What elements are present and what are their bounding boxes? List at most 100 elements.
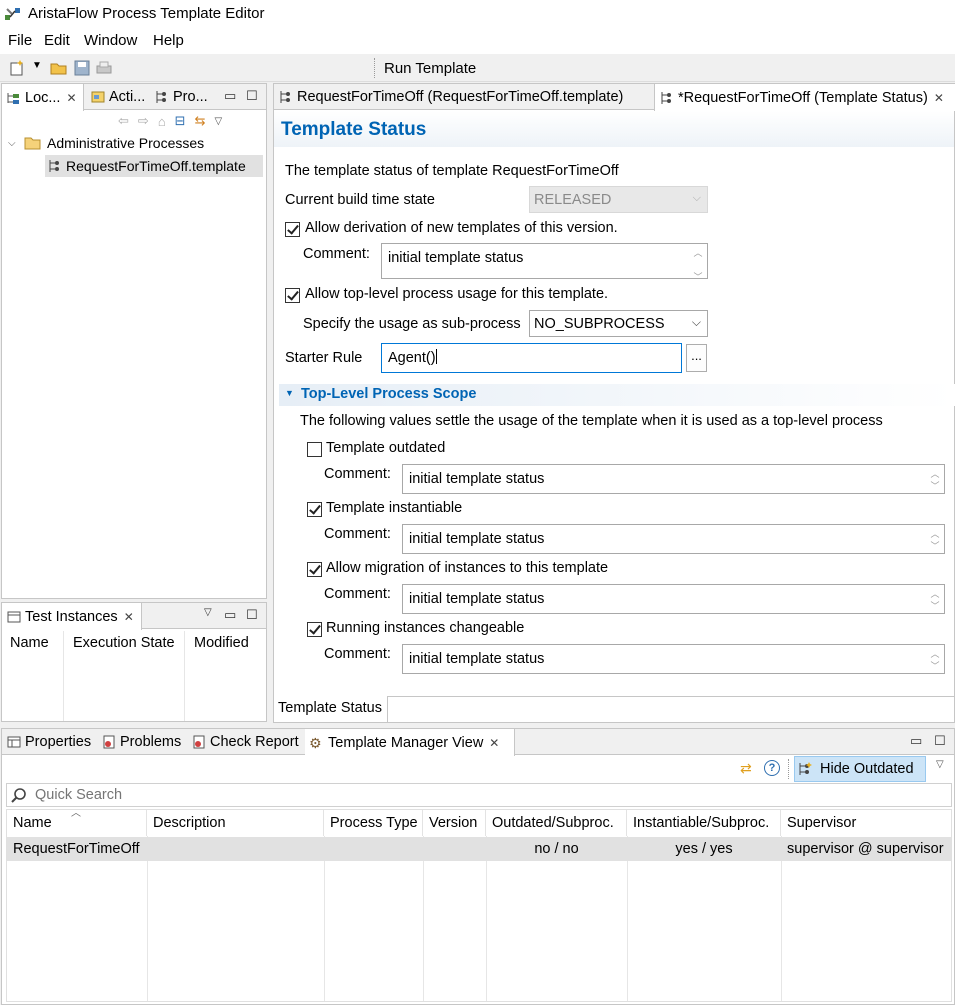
instantiable-comment-field[interactable]: initial template status ︿ ﹀ <box>402 524 945 554</box>
close-icon[interactable]: ✕ <box>489 736 499 750</box>
chevron-down-icon[interactable]: ⌵ <box>692 315 701 330</box>
allow-migration-label: Allow migration of instances to this tem… <box>326 560 609 576</box>
allow-toplevel-label: Allow top-level process usage for this t… <box>305 286 609 302</box>
minimize-icon[interactable]: ▭ <box>224 607 236 623</box>
tab-template-status[interactable]: *RequestForTimeOff (Template Status) ✕ <box>654 84 955 111</box>
new-icon[interactable] <box>8 59 26 77</box>
refresh-icon[interactable]: ⇄ <box>740 760 752 777</box>
starter-rule-input[interactable]: Agent() <box>381 343 682 373</box>
page-tab-template-status[interactable]: Template Status <box>274 696 388 722</box>
allow-migration-checkbox[interactable] <box>307 562 322 577</box>
menu-help[interactable]: Help <box>153 32 184 49</box>
tab-check-report[interactable]: Check Report <box>187 729 304 755</box>
run-template-button[interactable]: Run Template <box>384 60 476 77</box>
menu-edit[interactable]: Edit <box>44 32 70 49</box>
maximize-icon[interactable]: ☐ <box>934 733 946 749</box>
scrollbar[interactable]: ︿ ﹀ <box>692 247 704 282</box>
column-instantiable-subproc[interactable]: Instantiable/Subproc. <box>627 810 781 836</box>
chevron-down-icon[interactable]: ▼ <box>32 60 42 71</box>
column-name[interactable]: Name <box>10 635 49 651</box>
explorer-tabstrip: Loc... ✕ Acti... Pro... ▭ ☐ <box>2 84 266 111</box>
minimize-icon[interactable]: ▭ <box>224 88 236 104</box>
tab-processes[interactable]: Pro... <box>150 84 214 110</box>
quick-search-input[interactable] <box>33 785 933 805</box>
search-icon <box>11 788 26 803</box>
tab-template-file[interactable]: RequestForTimeOff (RequestForTimeOff.tem… <box>274 84 654 110</box>
back-arrow-icon[interactable]: ⇦ <box>118 113 129 129</box>
column-outdated-subproc[interactable]: Outdated/Subproc. <box>486 810 627 836</box>
migration-comment-field[interactable]: initial template status ︿ ﹀ <box>402 584 945 614</box>
view-menu-icon[interactable]: ▽ <box>214 116 222 127</box>
tab-template-file-label: RequestForTimeOff (RequestForTimeOff.tem… <box>297 89 624 105</box>
home-icon[interactable]: ⌂ <box>158 114 166 129</box>
column-name[interactable]: Name ︿ <box>7 808 147 836</box>
column-process-type[interactable]: Process Type <box>324 810 423 836</box>
table-row[interactable]: RequestForTimeOff no / no yes / yes supe… <box>7 837 951 861</box>
tab-properties[interactable]: Properties <box>2 729 96 755</box>
comment-label: Comment: <box>324 466 391 482</box>
scope-section-header[interactable]: ▼ Top-Level Process Scope <box>279 384 955 406</box>
link-editor-icon[interactable]: ⇆ <box>195 113 206 129</box>
column-modified[interactable]: Modified <box>194 635 249 651</box>
quick-search-box[interactable] <box>6 783 952 807</box>
changeable-comment-field[interactable]: initial template status ︿ ﹀ <box>402 644 945 674</box>
tab-problems[interactable]: Problems <box>97 729 186 755</box>
menu-file[interactable]: File <box>8 32 32 49</box>
instantiable-comment-value: initial template status <box>409 531 545 547</box>
expand-chevron-icon[interactable]: ⌵ <box>8 138 24 149</box>
view-menu-icon[interactable]: ▽ <box>936 759 944 770</box>
close-icon[interactable]: ✕ <box>66 91 76 105</box>
running-instances-changeable-checkbox[interactable] <box>307 622 322 637</box>
section-toggle-icon[interactable]: ▼ <box>285 388 294 398</box>
help-icon[interactable]: ? <box>764 760 780 776</box>
close-icon[interactable]: ✕ <box>934 91 944 105</box>
tab-locations-label: Loc... <box>25 89 61 106</box>
maximize-icon[interactable]: ☐ <box>246 607 258 623</box>
main-toolbar: ▼ Run Template <box>0 54 955 82</box>
build-state-value: RELEASED <box>534 192 612 208</box>
minimize-icon[interactable]: ▭ <box>910 733 922 749</box>
tab-activities[interactable]: Acti... <box>86 84 149 110</box>
tab-template-manager-view[interactable]: ⚙ Template Manager View ✕ <box>305 729 515 756</box>
scrollbar[interactable]: ︿ ﹀ <box>929 528 941 551</box>
scrollbar[interactable]: ︿ ﹀ <box>929 588 941 611</box>
open-folder-icon[interactable] <box>50 59 68 77</box>
maximize-icon[interactable]: ☐ <box>246 88 258 104</box>
scrollbar[interactable]: ︿ ﹀ <box>929 468 941 491</box>
starter-rule-browse-button[interactable]: ... <box>686 344 707 372</box>
tab-locations[interactable]: Loc... ✕ <box>2 84 84 111</box>
hide-outdated-toggle[interactable]: Hide Outdated <box>794 756 926 782</box>
print-icon[interactable] <box>95 59 113 77</box>
template-instantiable-label: Template instantiable <box>326 500 463 516</box>
changeable-comment-value: initial template status <box>409 651 545 667</box>
scrollbar[interactable]: ︿ ﹀ <box>929 648 941 671</box>
column-execution-state[interactable]: Execution State <box>73 635 175 651</box>
template-outdated-checkbox[interactable] <box>307 442 322 457</box>
collapse-all-icon[interactable]: ⊟ <box>175 113 186 129</box>
template-instantiable-checkbox[interactable] <box>307 502 322 517</box>
tab-test-instances[interactable]: Test Instances ✕ <box>2 603 142 630</box>
tree-folder[interactable]: ⌵ Administrative Processes <box>8 133 204 153</box>
starter-rule-value: Agent() <box>388 350 436 366</box>
allow-derivation-checkbox[interactable] <box>285 222 300 237</box>
migration-comment-value: initial template status <box>409 591 545 607</box>
forward-arrow-icon[interactable]: ⇨ <box>138 113 149 129</box>
column-instantiable-label: Instantiable/Subproc. <box>633 815 770 831</box>
column-description[interactable]: Description <box>147 810 324 836</box>
tree-item-template[interactable]: RequestForTimeOff.template <box>45 155 263 177</box>
allow-derivation-label: Allow derivation of new templates of thi… <box>305 220 618 236</box>
outdated-comment-field[interactable]: initial template status ︿ ﹀ <box>402 464 945 494</box>
view-menu-icon[interactable]: ▽ <box>204 607 212 618</box>
save-icon[interactable] <box>73 59 91 77</box>
column-version[interactable]: Version <box>423 810 486 836</box>
column-supervisor[interactable]: Supervisor <box>781 810 951 836</box>
close-icon[interactable]: ✕ <box>124 610 134 624</box>
derivation-comment-field[interactable]: initial template status ︿ ﹀ <box>381 243 708 282</box>
tab-template-status-label: *RequestForTimeOff (Template Status) <box>678 89 928 106</box>
editor-tabstrip: RequestForTimeOff (RequestForTimeOff.tem… <box>274 84 955 111</box>
check-report-icon <box>193 735 205 749</box>
menu-window[interactable]: Window <box>84 32 137 49</box>
allow-toplevel-checkbox[interactable] <box>285 288 300 303</box>
subprocess-select[interactable]: NO_SUBPROCESS ⌵ <box>529 310 708 337</box>
toolbar-separator <box>788 759 789 779</box>
